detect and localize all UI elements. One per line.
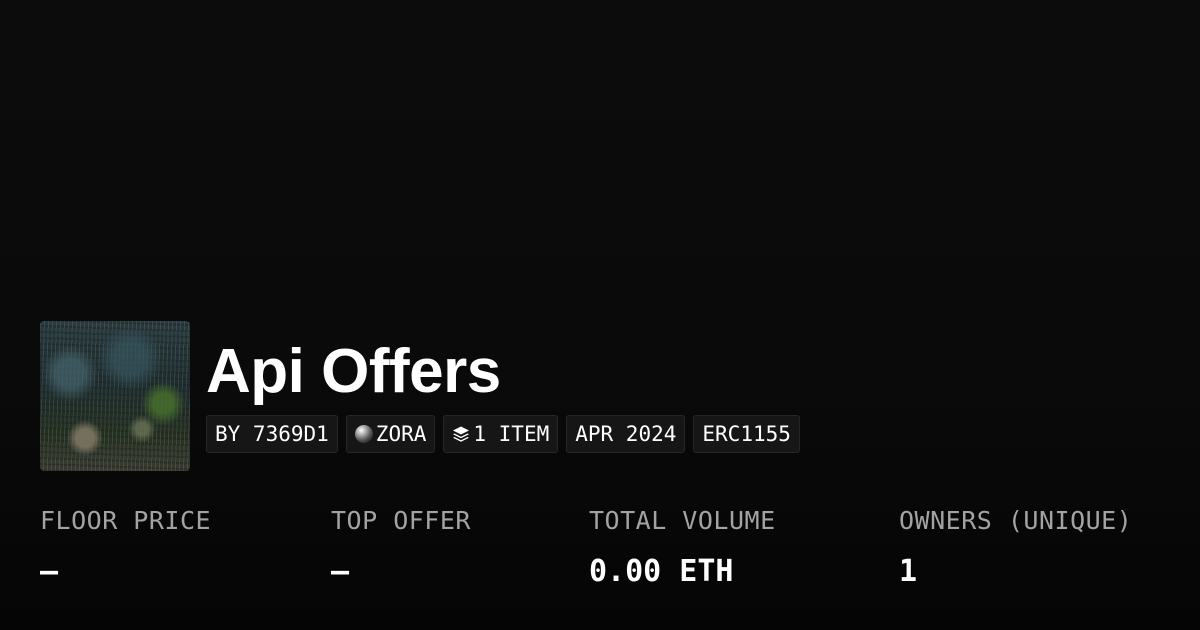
standard-tag: ERC1155 bbox=[693, 415, 800, 453]
owners-value: 1 bbox=[899, 554, 918, 589]
items-tag-label: 1 ITEM bbox=[473, 422, 550, 446]
collection-title: Api Offers bbox=[206, 337, 501, 406]
floor-price-value: — bbox=[40, 554, 59, 589]
floor-price-label: FLOOR PRICE bbox=[40, 506, 212, 535]
date-tag-label: APR 2024 bbox=[575, 422, 677, 446]
creator-tag[interactable]: BY 7369D1 bbox=[206, 415, 338, 453]
owners-label: OWNERS (UNIQUE) bbox=[899, 506, 1133, 535]
collection-thumbnail bbox=[40, 321, 190, 471]
collection-tags: BY 7369D1 ZORA 1 ITEM APR 2024 ERC1155 bbox=[206, 415, 800, 453]
chain-tag[interactable]: ZORA bbox=[345, 415, 436, 453]
top-offer-label: TOP OFFER bbox=[331, 506, 471, 535]
layers-icon bbox=[452, 425, 470, 443]
total-volume-label: TOTAL VOLUME bbox=[589, 506, 776, 535]
date-tag: APR 2024 bbox=[566, 415, 686, 453]
top-offer-value: — bbox=[331, 554, 350, 589]
chain-tag-label: ZORA bbox=[375, 422, 427, 446]
standard-tag-label: ERC1155 bbox=[702, 422, 791, 446]
items-tag: 1 ITEM bbox=[443, 415, 559, 453]
creator-tag-label: BY 7369D1 bbox=[215, 422, 329, 446]
total-volume-value: 0.00 ETH bbox=[589, 554, 734, 589]
zora-orb-icon bbox=[354, 425, 373, 443]
